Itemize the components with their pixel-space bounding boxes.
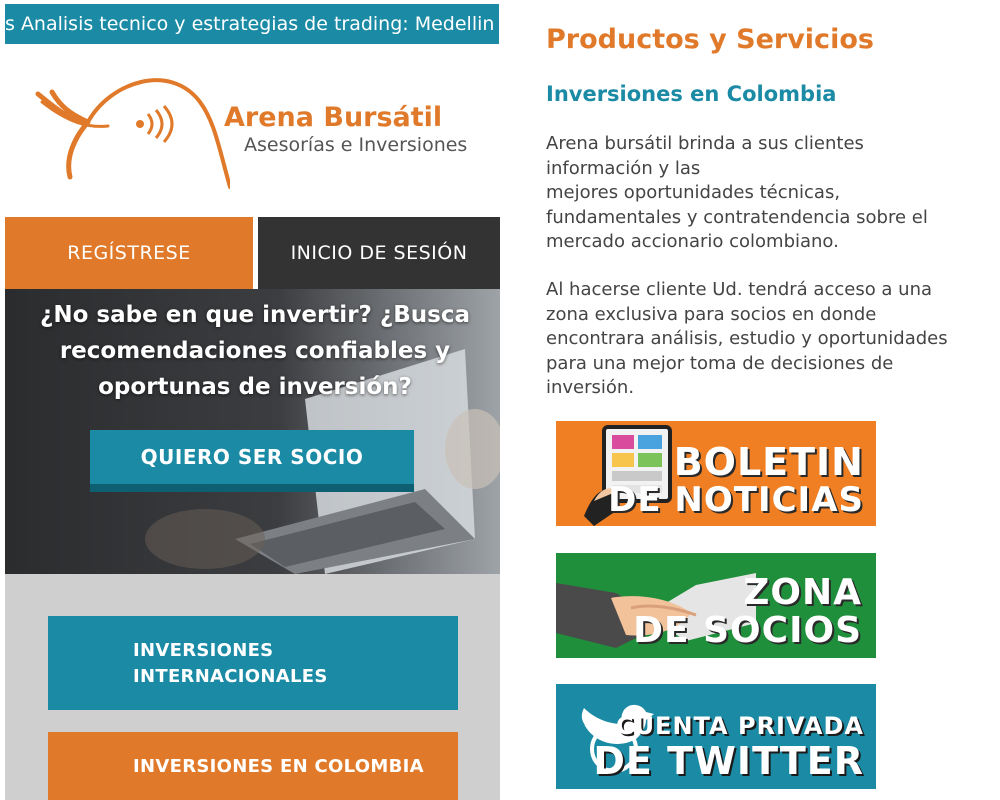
- news-ticker[interactable]: s Analisis tecnico y estrategias de trad…: [5, 4, 499, 44]
- benefits-paragraph: Al hacerse cliente Ud. tendrá acceso a u…: [546, 278, 986, 401]
- mobile-site-left: s Analisis tecnico y estrategias de trad…: [0, 0, 500, 800]
- ticker-text: s Analisis tecnico y estrategias de trad…: [5, 13, 495, 35]
- site-logo[interactable]: Arena Bursátil Asesorías e Inversiones: [30, 62, 490, 197]
- intro-line: mejores oportunidades técnicas,: [546, 182, 841, 203]
- brand-name: Arena Bursátil: [224, 102, 443, 133]
- intro-line: fundamentales y contratendencia sobre el: [546, 206, 928, 228]
- benefits-line: inversión.: [546, 377, 635, 398]
- newsletter-title: BOLETIN: [673, 440, 864, 484]
- intro-line: información y las: [546, 157, 701, 179]
- hero-line-1: ¿No sabe en que invertir? ¿Busca: [40, 302, 470, 328]
- links-section: INVERSIONES INTERNACIONALES INVERSIONES …: [5, 574, 500, 800]
- register-button[interactable]: REGÍSTRESE: [5, 217, 253, 289]
- international-investments-button[interactable]: INVERSIONES INTERNACIONALES: [48, 616, 458, 710]
- private-twitter-banner[interactable]: CUENTA PRIVADA DE TWITTER: [556, 684, 876, 789]
- benefits-line: zona exclusiva para socios en donde: [546, 303, 877, 325]
- hero-line-3: oportunas de inversión?: [98, 374, 412, 400]
- benefits-line: encontrara análisis, estudio y oportunid…: [546, 328, 948, 349]
- newsletter-subtitle: DE NOTICIAS: [608, 480, 864, 520]
- intro-line: mercado accionario colombiano.: [546, 231, 839, 252]
- bull-logo-icon: [35, 78, 230, 189]
- products-subtitle: Inversiones en Colombia: [546, 82, 837, 106]
- products-panel: Productos y Servicios Inversiones en Col…: [500, 0, 1000, 800]
- benefits-line: para una mejor toma de decisiones de: [546, 352, 894, 374]
- hero-banner: ¿No sabe en que invertir? ¿Busca recomen…: [5, 289, 500, 574]
- hero-heading: ¿No sabe en que invertir? ¿Busca recomen…: [25, 297, 485, 405]
- twitter-subtitle: DE TWITTER: [593, 739, 864, 783]
- products-title: Productos y Servicios: [546, 24, 874, 55]
- brand-tagline: Asesorías e Inversiones: [244, 134, 468, 156]
- hero-line-2: recomendaciones confiables y: [59, 338, 451, 364]
- become-member-button[interactable]: QUIERO SER SOCIO: [90, 430, 414, 492]
- members-zone-subtitle: DE SOCIOS: [633, 610, 862, 651]
- intro-line: Arena bursátil brinda a sus clientes: [546, 133, 864, 154]
- intl-label-line-2: INTERNACIONALES: [133, 666, 328, 687]
- benefits-line: Al hacerse cliente Ud. tendrá acceso a u…: [546, 279, 933, 300]
- members-zone-title: ZONA: [743, 572, 862, 613]
- twitter-title: CUENTA PRIVADA: [615, 712, 864, 740]
- members-zone-banner[interactable]: ZONA DE SOCIOS: [556, 553, 876, 658]
- colombia-label: INVERSIONES EN COLOMBIA: [133, 756, 424, 777]
- login-button[interactable]: INICIO DE SESIÓN: [258, 217, 500, 289]
- colombia-investments-button[interactable]: INVERSIONES EN COLOMBIA: [48, 732, 458, 800]
- intl-label-line-1: INVERSIONES: [133, 640, 274, 661]
- newsletter-banner[interactable]: BOLETIN DE NOTICIAS: [556, 421, 876, 526]
- intro-paragraph: Arena bursátil brinda a sus clientes inf…: [546, 132, 986, 255]
